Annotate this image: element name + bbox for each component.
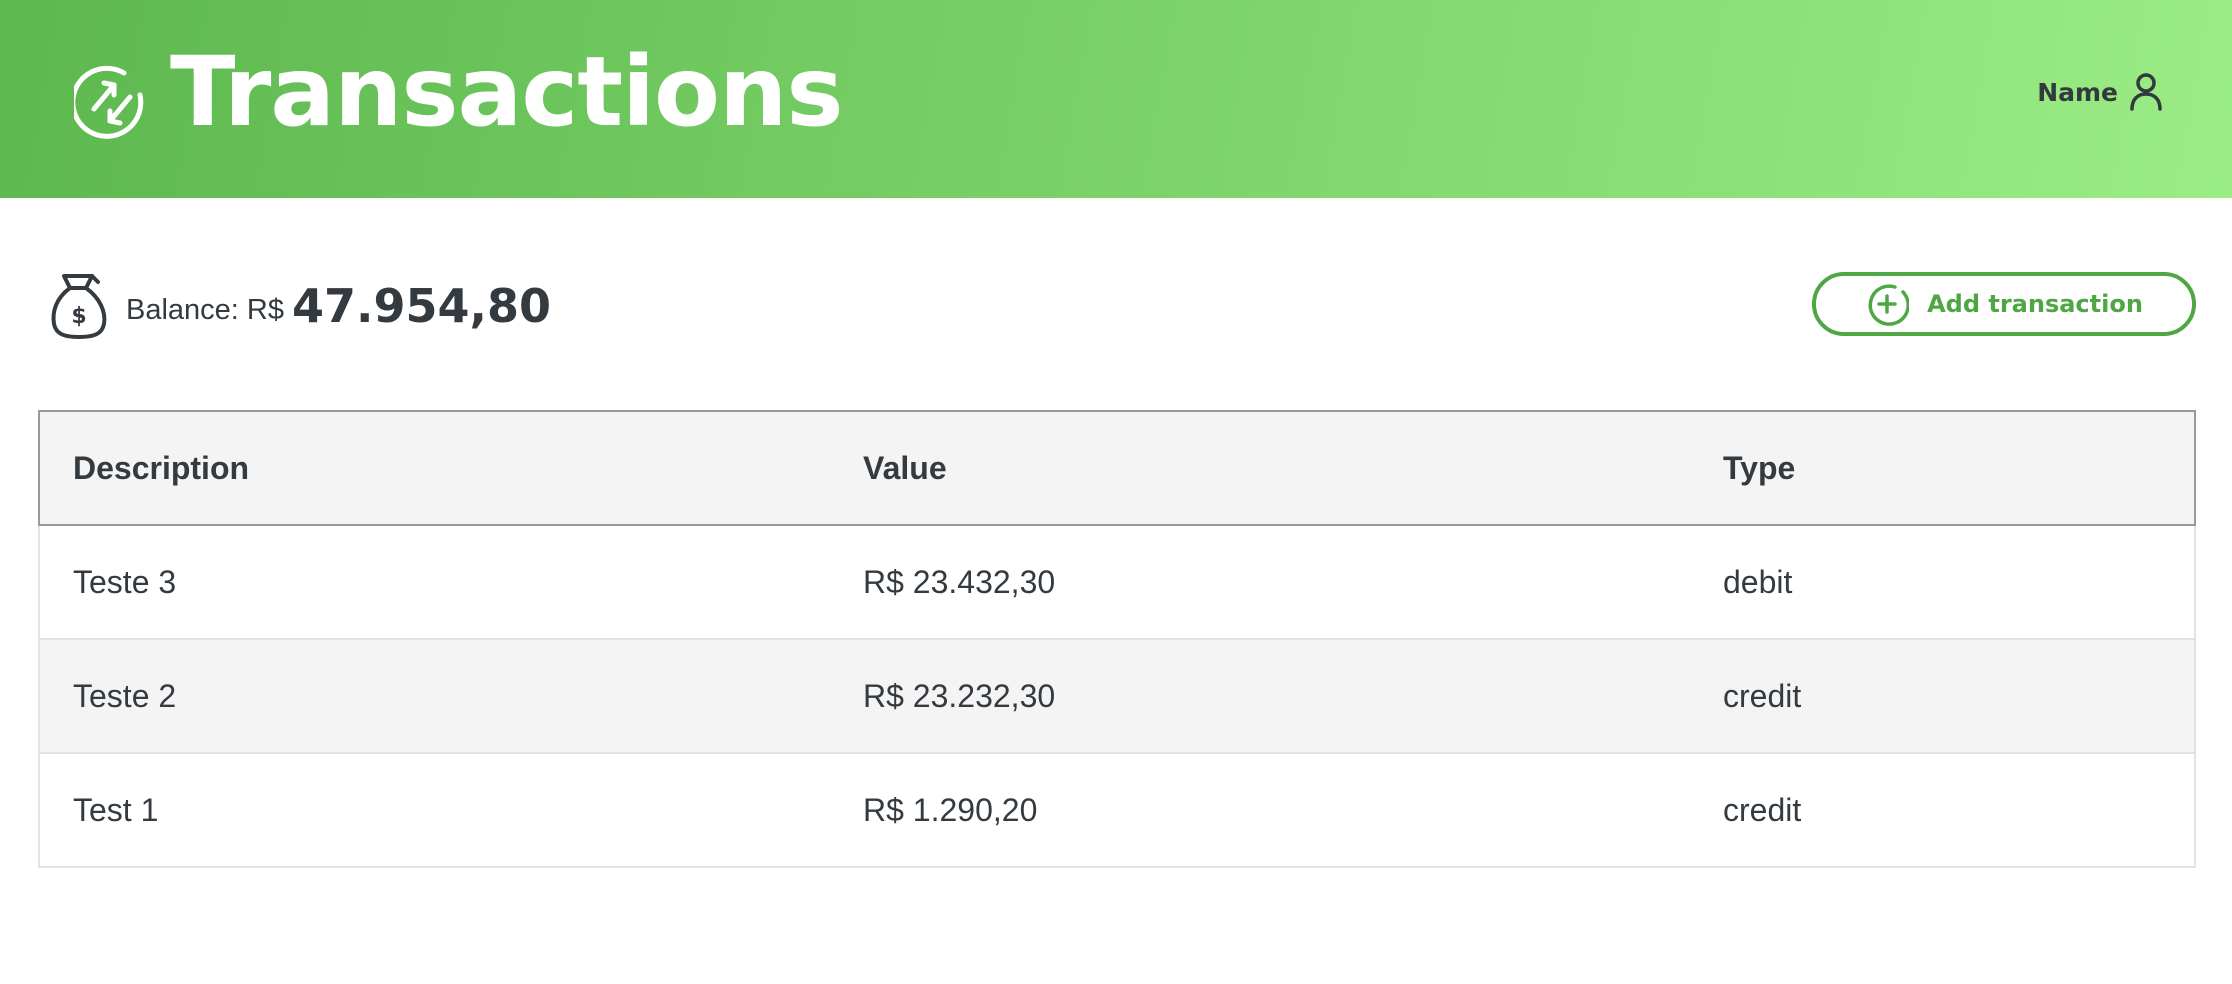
column-header-type: Type: [1723, 410, 2196, 526]
transactions-table: Description Value Type Teste 3 R$ 23.432…: [38, 410, 2196, 868]
table-header-row: Description Value Type: [38, 410, 2196, 526]
page-title: Transactions: [170, 36, 843, 148]
column-header-description: Description: [38, 410, 863, 526]
user-icon: [2130, 73, 2162, 111]
table-row[interactable]: Test 1 R$ 1.290,20 credit: [38, 753, 2196, 868]
balance-label: Balance: R$: [126, 293, 284, 326]
cell-type: debit: [1723, 525, 2196, 640]
brand: Transactions: [74, 36, 843, 148]
app-header: Transactions Name: [0, 0, 2232, 198]
plus-circle-icon: [1868, 284, 1910, 326]
balance-summary: $ Balance: R$ 47.954,80: [50, 272, 551, 340]
cell-description: Teste 2: [38, 639, 863, 754]
cell-value: R$ 23.232,30: [863, 639, 1723, 754]
transfer-arrows-icon: [74, 65, 144, 139]
user-name: Name: [2037, 77, 2118, 107]
money-bag-icon: $: [51, 274, 107, 339]
table-row[interactable]: Teste 3 R$ 23.432,30 debit: [38, 525, 2196, 640]
cell-description: Teste 3: [38, 525, 863, 640]
table-row[interactable]: Teste 2 R$ 23.232,30 credit: [38, 639, 2196, 754]
add-transaction-label: Add transaction: [1927, 290, 2143, 318]
cell-description: Test 1: [38, 753, 863, 868]
add-transaction-button[interactable]: Add transaction: [1812, 272, 2196, 336]
cell-type: credit: [1723, 639, 2196, 754]
cell-value: R$ 1.290,20: [863, 753, 1723, 868]
user-menu[interactable]: Name: [2037, 72, 2164, 112]
column-header-value: Value: [863, 410, 1723, 526]
svg-text:$: $: [71, 304, 86, 329]
balance-amount: 47.954,80: [292, 279, 551, 333]
cell-type: credit: [1723, 753, 2196, 868]
cell-value: R$ 23.432,30: [863, 525, 1723, 640]
